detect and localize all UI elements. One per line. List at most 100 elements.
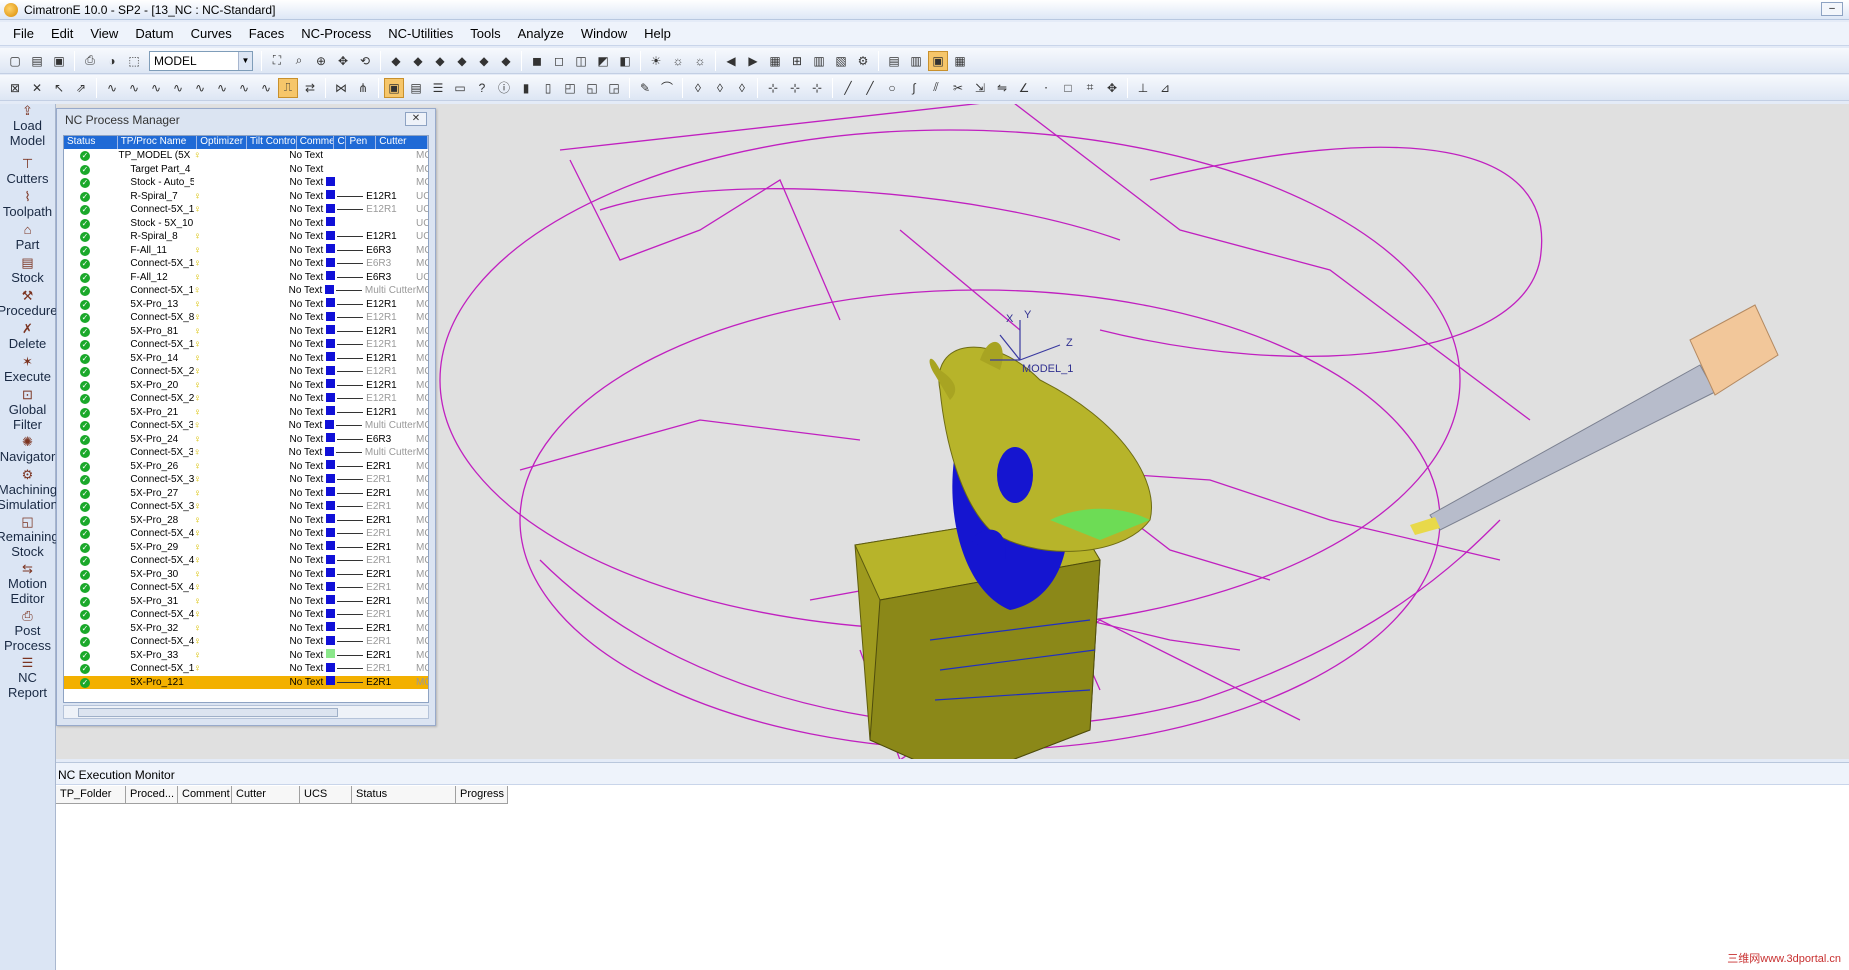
table-row[interactable]: ✓ 5X-Pro_27 ♀ No Text E2R1 MC — [64, 487, 428, 501]
extend-icon[interactable]: ⇲ — [970, 78, 990, 98]
grid-icon[interactable]: ▦ — [765, 51, 785, 71]
exec-column-header[interactable]: Cutter — [232, 786, 300, 804]
tool-part[interactable]: ⌂ Part — [0, 223, 55, 256]
curve-tool-icon[interactable]: ∿ — [190, 78, 210, 98]
forward-arrow-icon[interactable]: ▶ — [743, 51, 763, 71]
bulb-icon[interactable]: ♀ — [194, 582, 206, 593]
set-model-icon[interactable]: ⬚ — [124, 51, 144, 71]
column-header[interactable]: Tilt Control — [247, 136, 297, 149]
bulb-icon[interactable]: ♀ — [194, 393, 206, 404]
tool-global-filter[interactable]: ⊡ Global Filter — [0, 388, 55, 435]
table-row[interactable]: ✓ Connect-5X_18♀ No Text E12R1 UC — [64, 203, 428, 217]
bulb-icon[interactable]: ♀ — [194, 191, 206, 202]
axis-icon[interactable]: ⊹ — [763, 78, 783, 98]
table-row[interactable]: ✓ 5X-Pro_29 ♀ No Text E2R1 MC — [64, 541, 428, 555]
menu-edit[interactable]: Edit — [44, 26, 83, 41]
menu-nc-utilities[interactable]: NC-Utilities — [381, 26, 463, 41]
column-header[interactable]: Comment — [297, 136, 335, 149]
exec-column-header[interactable]: TP_Folder — [56, 786, 126, 804]
bulb-icon[interactable]: ♀ — [194, 663, 206, 674]
table-row[interactable]: ✓ 5X-Pro_21 ♀ No Text E12R1 MC — [64, 406, 428, 420]
line-icon[interactable]: ╱ — [838, 78, 858, 98]
report-icon[interactable]: ▭ — [450, 78, 470, 98]
bulb-icon[interactable]: ♀ — [194, 542, 206, 553]
curve-tool-icon[interactable]: ∿ — [212, 78, 232, 98]
bulb-icon[interactable]: ♀ — [193, 150, 205, 161]
menu-curves[interactable]: Curves — [184, 26, 242, 41]
bulb-icon[interactable]: ♀ — [194, 353, 206, 364]
table-row[interactable]: ✓ Target Part_4 No Text MC — [64, 163, 428, 177]
table-row[interactable]: ✓ 5X-Pro_81 ♀ No Text E12R1 MC — [64, 325, 428, 339]
bulb-icon[interactable]: ♀ — [194, 366, 206, 377]
curve-tool-icon[interactable]: ∿ — [146, 78, 166, 98]
menu-help[interactable]: Help — [637, 26, 681, 41]
table-row[interactable]: ✓ Connect-5X_38♀ No Text E2R1 MC — [64, 473, 428, 487]
bulb-icon[interactable]: ♀ — [194, 231, 206, 242]
column-header[interactable]: Pen — [346, 136, 377, 149]
surface-icon[interactable]: ◊ — [688, 78, 708, 98]
box-icon[interactable]: □ — [1058, 78, 1078, 98]
bulb-icon[interactable]: ♀ — [194, 609, 206, 620]
process-manager-icon[interactable]: ▣ — [384, 77, 404, 98]
bulb-icon[interactable]: ♀ — [194, 326, 206, 337]
sketch-icon[interactable]: ✎ — [635, 78, 655, 98]
hidden-line-icon[interactable]: ◫ — [571, 51, 591, 71]
table-row[interactable]: ✓ F-All_12 ♀ No Text E6R3 UC — [64, 271, 428, 285]
table-row[interactable]: ✓ 5X-Pro_121 ♀ No Text E2R1 MC — [64, 675, 428, 689]
tool-cutters[interactable]: ⊤ Cutters — [0, 157, 55, 190]
table-row[interactable]: ✓ Stock - 5X_10 No Text UC — [64, 217, 428, 231]
bulb-off-icon[interactable]: ☼ — [690, 51, 710, 71]
menu-nc-process[interactable]: NC-Process — [294, 26, 381, 41]
bulb-icon[interactable]: ♀ — [194, 636, 206, 647]
table-row[interactable]: ✓ 5X-Pro_20 ♀ No Text E12R1 MC — [64, 379, 428, 393]
bulb-icon[interactable]: ♀ — [194, 204, 206, 215]
tool-execute[interactable]: ✶ Execute — [0, 355, 55, 388]
chevron-down-icon[interactable]: ▼ — [238, 51, 252, 70]
bulb-icon[interactable]: ♀ — [194, 596, 206, 607]
list-icon[interactable]: ☰ — [428, 78, 448, 98]
offset-icon[interactable]: ⫽ — [926, 78, 946, 98]
bulb-icon[interactable]: ☼ — [668, 51, 688, 71]
bulb-icon[interactable]: ♀ — [194, 339, 206, 350]
table-row[interactable]: ✓ 5X-Pro_32 ♀ No Text E2R1 MC — [64, 622, 428, 636]
tool-motion-editor[interactable]: ⇆ Motion Editor — [0, 562, 55, 609]
show-icon[interactable]: ◑ — [102, 51, 122, 71]
exec-column-header[interactable]: Comment — [178, 786, 232, 804]
tool-icon[interactable]: ◱ — [582, 78, 602, 98]
table-row[interactable]: ✓ 5X-Pro_14 ♀ No Text E12R1 MC — [64, 352, 428, 366]
table-row[interactable]: ✓ Connect-5X_44♀ No Text E2R1 MC — [64, 635, 428, 649]
bulb-icon[interactable]: ♀ — [194, 677, 206, 688]
minimize-button[interactable]: – — [1821, 2, 1843, 16]
merge-icon[interactable]: ⋈ — [331, 78, 351, 98]
angle-icon[interactable]: ∠ — [1014, 78, 1034, 98]
table-row[interactable]: ✓ Connect-5X_36♀ No Text Multi CutterMC — [64, 419, 428, 433]
view-right-icon[interactable]: ◆ — [452, 51, 472, 71]
tool-nc-report[interactable]: ☰ NC Report — [0, 656, 55, 701]
tool-post-process[interactable]: ⎙ Post Process — [0, 609, 55, 656]
column-header[interactable]: Optimizer — [197, 136, 247, 149]
bulb-icon[interactable]: ♀ — [194, 650, 206, 661]
tool-icon[interactable]: ◰ — [560, 78, 580, 98]
panel-icon[interactable]: ▦ — [950, 51, 970, 71]
table-row[interactable]: ✓ Connect-5X_23♀ No Text E12R1 MC — [64, 392, 428, 406]
table-row[interactable]: ✓ 5X-Pro_28 ♀ No Text E2R1 MC — [64, 514, 428, 528]
bulb-icon[interactable]: ♀ — [194, 555, 206, 566]
model-select[interactable]: MODEL ▼ — [149, 50, 253, 71]
view-iso-icon[interactable]: ◆ — [386, 51, 406, 71]
exec-column-header[interactable]: UCS — [300, 786, 352, 804]
pan-icon[interactable]: ✥ — [333, 51, 353, 71]
bulb-icon[interactable]: ♀ — [194, 312, 206, 323]
table-row[interactable]: ✓ Connect-5X_43♀ No Text E2R1 MC — [64, 608, 428, 622]
section-icon[interactable]: ◧ — [615, 51, 635, 71]
curve-tool-icon[interactable]: ∿ — [256, 78, 276, 98]
table-icon[interactable]: ▤ — [406, 78, 426, 98]
tool-icon[interactable]: ▯ — [538, 78, 558, 98]
line-icon[interactable]: ╱ — [860, 78, 880, 98]
tool-procedure[interactable]: ⚒ Procedure — [0, 289, 58, 322]
select-icon[interactable]: ↖ — [49, 78, 69, 98]
exec-column-header[interactable]: Proced... — [126, 786, 178, 804]
column-header[interactable]: Cutter — [376, 136, 428, 149]
table-row[interactable]: ✓ 5X-Pro_33 ♀ No Text E2R1 MC — [64, 649, 428, 663]
machine-icon[interactable]: ⊿ — [1155, 78, 1175, 98]
table-row[interactable]: ✓ Connect-5X_22♀ No Text E12R1 MC — [64, 365, 428, 379]
